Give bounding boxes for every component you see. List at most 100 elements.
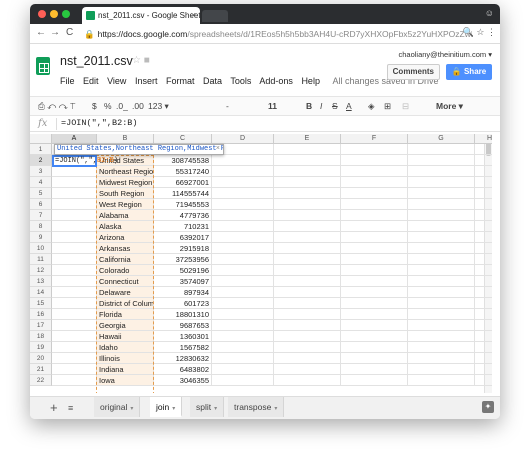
cell-d13[interactable]: [212, 276, 274, 287]
cell-f22[interactable]: [341, 375, 408, 386]
cell-e15[interactable]: [274, 298, 341, 309]
cell-h12[interactable]: [475, 265, 492, 276]
cell-h17[interactable]: [475, 320, 492, 331]
chevron-down-icon[interactable]: ▾: [274, 406, 277, 412]
cell-f1[interactable]: [341, 144, 408, 155]
cell-a22[interactable]: [52, 375, 97, 386]
cell-e12[interactable]: [274, 265, 341, 276]
cell-a4[interactable]: [52, 177, 97, 188]
cell-c15[interactable]: 601723: [154, 298, 212, 309]
cell-f2[interactable]: [341, 155, 408, 166]
cell-g10[interactable]: [408, 243, 475, 254]
menu-tools[interactable]: Tools: [230, 76, 251, 86]
cell-c12[interactable]: 5029196: [154, 265, 212, 276]
cell-a16[interactable]: [52, 309, 97, 320]
cell-c21[interactable]: 6483802: [154, 364, 212, 375]
cell-h16[interactable]: [475, 309, 492, 320]
cell-h4[interactable]: [475, 177, 492, 188]
cell-g9[interactable]: [408, 232, 475, 243]
percent-format-button[interactable]: %: [104, 101, 112, 111]
bold-button[interactable]: B: [306, 101, 312, 111]
text-color-button[interactable]: A: [346, 101, 352, 111]
merge-cells-icon[interactable]: ⊟: [402, 101, 409, 112]
cell-h5[interactable]: [475, 188, 492, 199]
cell-f15[interactable]: [341, 298, 408, 309]
cell-b14[interactable]: Delaware: [97, 287, 154, 298]
cell-c10[interactable]: 2915918: [154, 243, 212, 254]
cell-e8[interactable]: [274, 221, 341, 232]
cell-e21[interactable]: [274, 364, 341, 375]
cell-f18[interactable]: [341, 331, 408, 342]
column-header-f[interactable]: F: [341, 134, 408, 144]
cell-a17[interactable]: [52, 320, 97, 331]
row-header[interactable]: 16: [30, 309, 52, 320]
cell-f16[interactable]: [341, 309, 408, 320]
column-header-d[interactable]: D: [212, 134, 274, 144]
cell-a19[interactable]: [52, 342, 97, 353]
row-header[interactable]: 15: [30, 298, 52, 309]
menu-view[interactable]: View: [107, 76, 126, 86]
row-header[interactable]: 14: [30, 287, 52, 298]
cell-f6[interactable]: [341, 199, 408, 210]
all-sheets-button[interactable]: ≡: [68, 403, 73, 413]
column-header-g[interactable]: G: [408, 134, 475, 144]
cell-d9[interactable]: [212, 232, 274, 243]
font-family-select[interactable]: -: [226, 101, 229, 111]
cell-d21[interactable]: [212, 364, 274, 375]
cell-g8[interactable]: [408, 221, 475, 232]
cell-f20[interactable]: [341, 353, 408, 364]
cell-c3[interactable]: 55317240: [154, 166, 212, 177]
cell-a6[interactable]: [52, 199, 97, 210]
cell-g21[interactable]: [408, 364, 475, 375]
minimize-window-button[interactable]: [50, 10, 58, 18]
share-button[interactable]: 🔒 Share: [446, 64, 492, 80]
cell-d19[interactable]: [212, 342, 274, 353]
cell-c22[interactable]: 3046355: [154, 375, 212, 386]
row-header[interactable]: 11: [30, 254, 52, 265]
cell-a8[interactable]: [52, 221, 97, 232]
cell-e9[interactable]: [274, 232, 341, 243]
cell-b6[interactable]: West Region: [97, 199, 154, 210]
cell-g11[interactable]: [408, 254, 475, 265]
cell-g13[interactable]: [408, 276, 475, 287]
cell-a3[interactable]: [52, 166, 97, 177]
cell-h13[interactable]: [475, 276, 492, 287]
menu-file[interactable]: File: [60, 76, 75, 86]
column-header-b[interactable]: B: [97, 134, 154, 144]
cell-e18[interactable]: [274, 331, 341, 342]
explore-icon[interactable]: ✦: [482, 401, 494, 413]
cell-e3[interactable]: [274, 166, 341, 177]
cell-h10[interactable]: [475, 243, 492, 254]
close-tooltip-icon[interactable]: ×: [216, 145, 220, 154]
cell-g22[interactable]: [408, 375, 475, 386]
cell-a15[interactable]: [52, 298, 97, 309]
back-icon[interactable]: ←: [36, 27, 46, 38]
add-sheet-button[interactable]: +: [50, 400, 58, 415]
cell-e10[interactable]: [274, 243, 341, 254]
cell-a21[interactable]: [52, 364, 97, 375]
cell-b18[interactable]: Hawaii: [97, 331, 154, 342]
cell-h7[interactable]: [475, 210, 492, 221]
cell-g16[interactable]: [408, 309, 475, 320]
cell-c5[interactable]: 114555744: [154, 188, 212, 199]
cell-d2[interactable]: [212, 155, 274, 166]
menu-help[interactable]: Help: [301, 76, 320, 86]
cell-d14[interactable]: [212, 287, 274, 298]
cell-g6[interactable]: [408, 199, 475, 210]
chevron-down-icon[interactable]: ▾: [130, 406, 133, 412]
row-header[interactable]: 7: [30, 210, 52, 221]
cell-b22[interactable]: Iowa: [97, 375, 154, 386]
cell-e2[interactable]: [274, 155, 341, 166]
url-input[interactable]: 🔒 https://docs.google.com/spreadsheets/d/…: [84, 27, 472, 41]
cell-f17[interactable]: [341, 320, 408, 331]
cell-b13[interactable]: Connecticut: [97, 276, 154, 287]
cell-b20[interactable]: Illinois: [97, 353, 154, 364]
maximize-window-button[interactable]: [62, 10, 70, 18]
row-header[interactable]: 5: [30, 188, 52, 199]
cell-d10[interactable]: [212, 243, 274, 254]
cell-a14[interactable]: [52, 287, 97, 298]
row-header[interactable]: 6: [30, 199, 52, 210]
column-header-e[interactable]: E: [274, 134, 341, 144]
row-header[interactable]: 19: [30, 342, 52, 353]
italic-button[interactable]: I: [320, 101, 322, 111]
